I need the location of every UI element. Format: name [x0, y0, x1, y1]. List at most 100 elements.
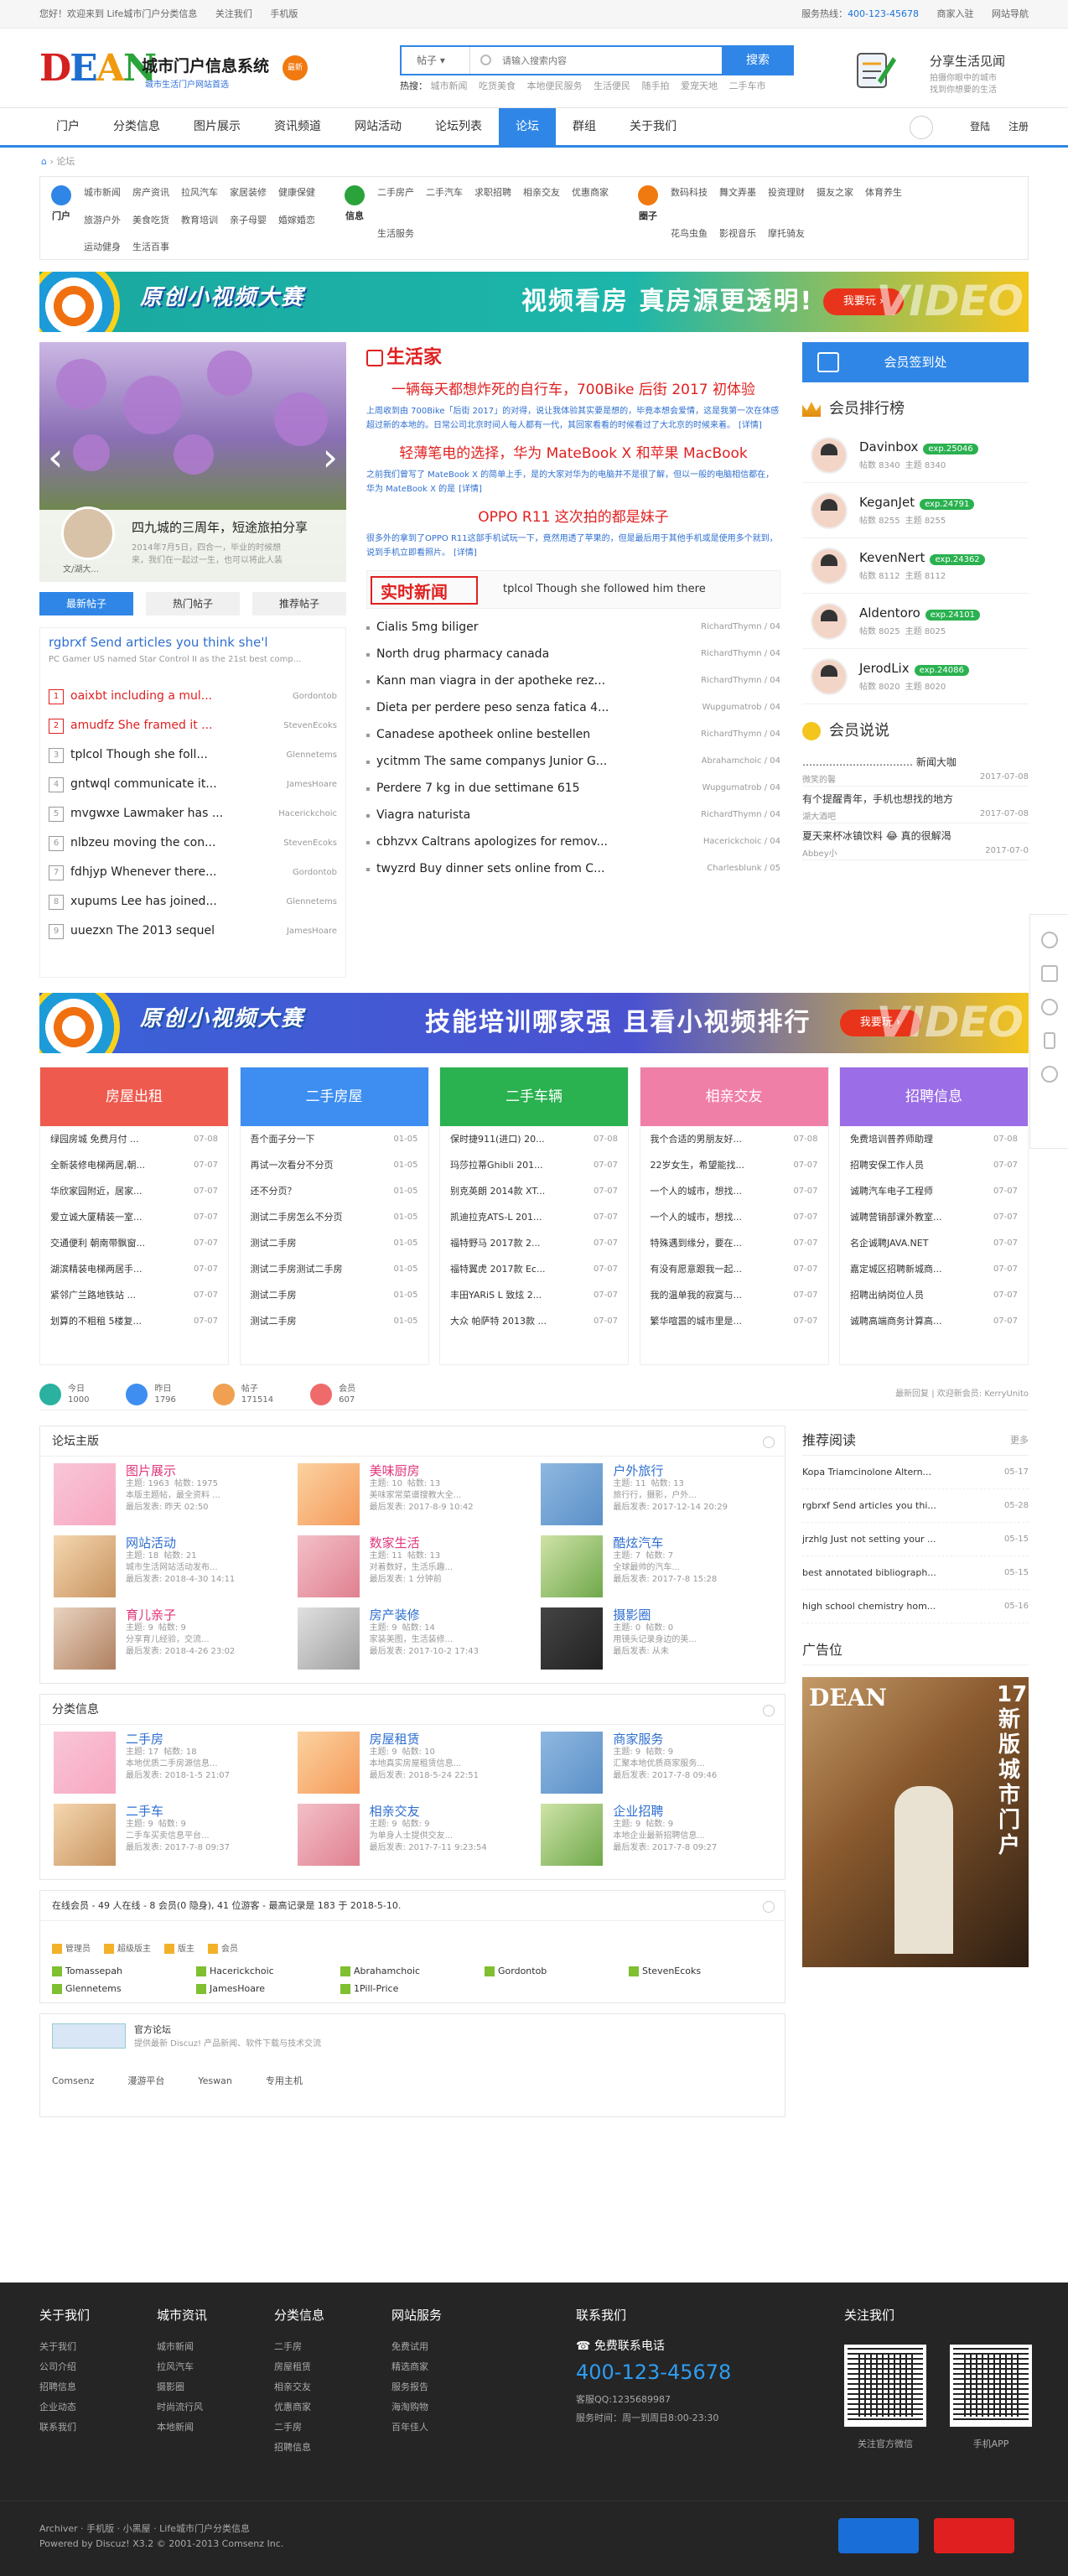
- post-title[interactable]: nlbzeu moving the con...: [70, 828, 283, 858]
- slider-title[interactable]: 四九城的三周年，短途旅拍分享: [132, 518, 308, 536]
- category-link[interactable]: 城市新闻: [84, 185, 121, 205]
- online-user-name[interactable]: Glennetems: [65, 1983, 122, 1994]
- mobile-icon[interactable]: [1043, 1032, 1055, 1049]
- list-item-title[interactable]: 测试二手房: [251, 1282, 394, 1308]
- list-item[interactable]: 爱立诚大厦精装一室... 07-07: [40, 1204, 228, 1230]
- post-author[interactable]: Glennetems: [286, 887, 337, 917]
- nav-item[interactable]: 论坛列表: [418, 108, 499, 146]
- forum-name[interactable]: 酷炫汽车: [613, 1535, 717, 1550]
- news-more-link[interactable]: [详情]: [459, 485, 482, 494]
- hot-word[interactable]: 生活便民: [594, 80, 630, 91]
- post-author[interactable]: JamesHoare: [287, 770, 337, 799]
- news-list-title[interactable]: Canadese apotheek online bestellen: [366, 721, 701, 748]
- site-nav-link[interactable]: 网站导航: [992, 8, 1029, 19]
- forum-name[interactable]: 摄影圈: [613, 1607, 697, 1623]
- list-item[interactable]: 招聘出纳岗位人员 07-07: [840, 1282, 1028, 1308]
- category-link[interactable]: 生活服务: [377, 226, 414, 259]
- forum-item[interactable]: 二手房 主题: 17 帖数: 18 本地优质二手房源信息... 最后发表: 2018-1…: [54, 1732, 298, 1804]
- list-item-title[interactable]: 别克英朗 2014款 XT...: [450, 1178, 594, 1204]
- list-item-title[interactable]: 还不分页？: [251, 1178, 394, 1204]
- online-user[interactable]: JamesHoare: [196, 1983, 340, 1994]
- category-link[interactable]: 摩托骑友: [768, 226, 805, 259]
- forum-name[interactable]: 二手房: [126, 1732, 230, 1747]
- list-item[interactable]: Kopa Triamcinolone Altern... 05-17: [802, 1456, 1029, 1489]
- list-item[interactable]: 福特翼虎 2017款 Ec... 07-07: [440, 1256, 628, 1282]
- category-link[interactable]: 旅游户外: [84, 213, 121, 232]
- category-link[interactable]: 二手房产: [377, 185, 414, 218]
- list-item[interactable]: 我的温单我的寂寞与... 07-07: [640, 1282, 828, 1308]
- hot-word[interactable]: 随手拍: [642, 80, 670, 91]
- forum-item[interactable]: 摄影圈 主题: 0 帖数: 0 用镜头记录身边的美... 最后发表: 从未: [541, 1607, 785, 1680]
- list-item[interactable]: 有没有愿意跟我一起... 07-07: [640, 1256, 828, 1282]
- tab-recommended-posts[interactable]: 推荐帖子: [252, 592, 346, 615]
- list-item[interactable]: 华欣家园附近，居家... 07-07: [40, 1178, 228, 1204]
- member-rank-item[interactable]: KeganJet exp.24791 帖数 8255 主题 8255: [802, 483, 1029, 538]
- forum-name[interactable]: 企业招聘: [613, 1804, 717, 1819]
- say-author[interactable]: 湖大酒吧: [802, 809, 836, 822]
- list-item-title[interactable]: 全新装修电梯两居,朝...: [50, 1152, 194, 1178]
- list-item[interactable]: 测试二手房 01-05: [241, 1230, 428, 1256]
- slider-next-icon[interactable]: ›: [323, 434, 338, 480]
- category-link[interactable]: 花鸟虫鱼: [671, 226, 708, 259]
- merchant-link[interactable]: 商家入驻: [937, 8, 974, 19]
- member-name[interactable]: Aldentoro: [859, 605, 920, 621]
- register-link[interactable]: 注册: [1008, 121, 1029, 132]
- list-item[interactable]: 5 mvgwxe Lawmaker has ... Hacerickchoic: [49, 799, 337, 828]
- list-item[interactable]: 4 gntwql communicate it... JamesHoare: [49, 770, 337, 799]
- list-item-title[interactable]: 测试二手房怎么不分页: [251, 1204, 394, 1230]
- category-link[interactable]: 体育养生: [865, 185, 902, 218]
- search-button[interactable]: 搜索: [722, 45, 794, 75]
- member-name[interactable]: KeganJet: [859, 495, 915, 510]
- post-author[interactable]: StevenEcoks: [283, 828, 337, 858]
- news-list-title[interactable]: cbhzvx Caltrans apologizes for remov...: [366, 828, 703, 855]
- news-title[interactable]: 轻薄笔电的选择，华为 MateBook X 和苹果 MacBook: [366, 441, 780, 462]
- list-item-title[interactable]: 湖滨精装电梯两居手...: [50, 1256, 194, 1282]
- list-item-title[interactable]: 划算的不粗租 5楼复...: [50, 1308, 194, 1334]
- login-link[interactable]: 登陆: [970, 121, 990, 132]
- list-item[interactable]: 7 fdhjyp Whenever there... Gordontob: [49, 858, 337, 887]
- list-item[interactable]: 3 tplcol Though she foll... Glennetems: [49, 740, 337, 770]
- list-item[interactable]: 紧邻广兰路地铁站 ... 07-07: [40, 1282, 228, 1308]
- promo-banner-2[interactable]: 原创小视频大赛 技能培训哪家强 且看小视频排行 我要玩 › VIDEO: [39, 993, 1029, 1053]
- category-link[interactable]: 家居装修: [230, 185, 267, 205]
- forum-name[interactable]: 育儿亲子: [126, 1607, 235, 1623]
- post-title[interactable]: oaixbt including a mul...: [70, 682, 293, 711]
- forum-item[interactable]: 图片展示 主题: 1963 帖数: 1975 本版主题帖，最全资料 ... 最后发表: …: [54, 1463, 298, 1535]
- online-user-name[interactable]: Gordontob: [498, 1966, 547, 1976]
- online-user[interactable]: Abrahamchoic: [340, 1966, 485, 1976]
- forum-item[interactable]: 数家生活 主题: 11 帖数: 13 对着数好，生活乐趣... 最后发表: 1 分钟前: [297, 1535, 542, 1607]
- forum-name[interactable]: 相亲交友: [370, 1804, 487, 1819]
- latest-member[interactable]: 最新回复 | 欢迎新会员: KerryUnito: [895, 1379, 1029, 1410]
- say-author[interactable]: Abbey小: [802, 846, 837, 859]
- list-item-title[interactable]: 福特翼虎 2017款 Ec...: [450, 1256, 594, 1282]
- say-item[interactable]: …………………………… 新闻大咖 微笑的馨 2017-07-08: [802, 750, 1029, 787]
- mobile-link[interactable]: 手机版: [270, 8, 298, 19]
- news-more-link[interactable]: [详情]: [454, 548, 477, 558]
- list-item[interactable]: 招聘安保工作人员 07-07: [840, 1152, 1028, 1178]
- list-item[interactable]: Cialis 5mg biliger RichardThymn / 04: [366, 614, 780, 641]
- list-item[interactable]: 2 amudfz She framed it ... StevenEcoks: [49, 711, 337, 740]
- online-summary[interactable]: 在线会员 - 49 人在线 - 8 会员(0 隐身), 41 位游客 - 最高记…: [40, 1891, 785, 1921]
- category-link[interactable]: 亲子母婴: [230, 213, 267, 232]
- category-link[interactable]: 婚嫁婚恋: [278, 213, 315, 232]
- member-rank-item[interactable]: JerodLix exp.24086 帖数 8020 主题 8020: [802, 649, 1029, 704]
- list-item[interactable]: 玛莎拉蒂Ghibli 201... 07-07: [440, 1152, 628, 1178]
- list-item-title[interactable]: 特殊遇到缘分，要在...: [651, 1230, 794, 1256]
- list-item[interactable]: rgbrxf Send articles you thi... 05-28: [802, 1489, 1029, 1523]
- online-user-name[interactable]: Tomassepah: [65, 1966, 122, 1976]
- category-column-header[interactable]: 相亲交友: [640, 1067, 828, 1126]
- contact-phone[interactable]: 400-123-45678: [576, 2360, 731, 2384]
- list-item[interactable]: 6 nlbzeu moving the con... StevenEcoks: [49, 828, 337, 858]
- list-item-title[interactable]: 绿园房城 免费月付 ...: [50, 1126, 194, 1152]
- news-list-title[interactable]: Perdere 7 kg in due settimane 615: [366, 775, 702, 802]
- news-list-title[interactable]: Dieta per perdere peso senza fatica 4...: [366, 694, 702, 721]
- ad-banner[interactable]: DEAN 17新版城市门户: [802, 1677, 1029, 1967]
- slider-prev-icon[interactable]: ‹: [48, 434, 63, 480]
- list-item-title[interactable]: 紧邻广兰路地铁站 ...: [50, 1282, 194, 1308]
- forum-name[interactable]: 美味厨房: [370, 1463, 474, 1478]
- online-user-name[interactable]: JamesHoare: [210, 1983, 265, 1994]
- post-featured[interactable]: rgbrxf Send articles you think she'l PC …: [49, 635, 337, 682]
- say-author[interactable]: 微笑的馨: [802, 772, 836, 785]
- list-item[interactable]: Dieta per perdere peso senza fatica 4...…: [366, 694, 780, 721]
- list-item[interactable]: 测试二手房怎么不分页 01-05: [241, 1204, 428, 1230]
